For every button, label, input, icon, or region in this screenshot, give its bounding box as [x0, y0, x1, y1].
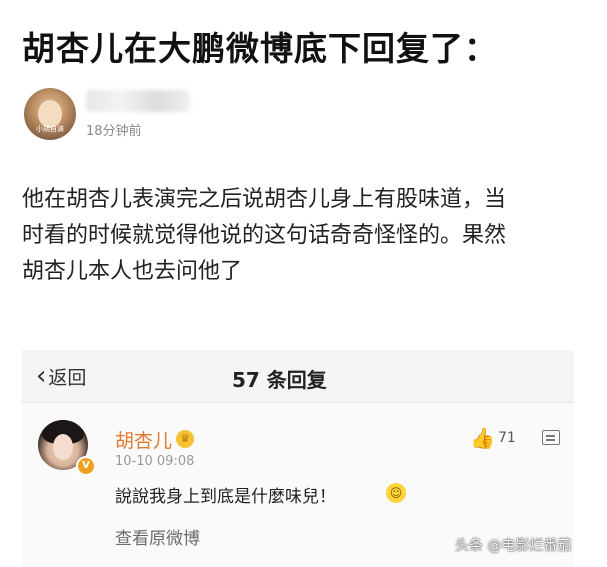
verified-badge-icon: V [76, 456, 96, 476]
laugh-emoji-icon: ☺ [386, 483, 406, 503]
watermark: 头条 @电影烂番茄 [455, 538, 572, 554]
post-timestamp: 18分钟前 [86, 124, 142, 139]
like-icon[interactable]: 👍 [470, 426, 495, 450]
avatar-label: 小胡自演 [36, 125, 64, 133]
post-body-line: 胡杏儿本人也去问他了 [22, 259, 243, 284]
member-crown-icon: ♛ [176, 430, 194, 448]
blurred-username [86, 90, 190, 112]
back-label: 返回 [48, 366, 87, 389]
chevron-left-icon: ‹ [36, 361, 47, 391]
comment-text: 說說我身上到底是什麼味兒！ [115, 487, 336, 507]
reply-topbar: ‹ 返回 57 条回复 [22, 350, 574, 403]
reply-count-title: 57 条回复 [232, 368, 327, 392]
post-body-line: 时看的时候就觉得他说的这句话奇奇怪怪的。果然 [22, 223, 507, 248]
avatar-face [53, 434, 73, 460]
commenter-name[interactable]: 胡杏儿 [115, 426, 172, 453]
like-count: 71 [498, 430, 516, 446]
post-body: 他在胡杏儿表演完之后说胡杏儿身上有股味道，当 时看的时候就觉得他说的这句话奇奇怪… [22, 182, 582, 290]
back-button[interactable]: ‹ 返回 [36, 362, 86, 390]
view-original-link[interactable]: 查看原微博 [115, 524, 200, 549]
comment-icon[interactable] [542, 430, 560, 445]
comment-timestamp: 10-10 09:08 [115, 454, 195, 469]
headline: 胡杏儿在大鹏微博底下回复了： [22, 29, 498, 68]
post-body-line: 他在胡杏儿表演完之后说胡杏儿身上有股味道，当 [22, 187, 507, 212]
post-author-avatar[interactable]: 小胡自演 [24, 88, 76, 140]
